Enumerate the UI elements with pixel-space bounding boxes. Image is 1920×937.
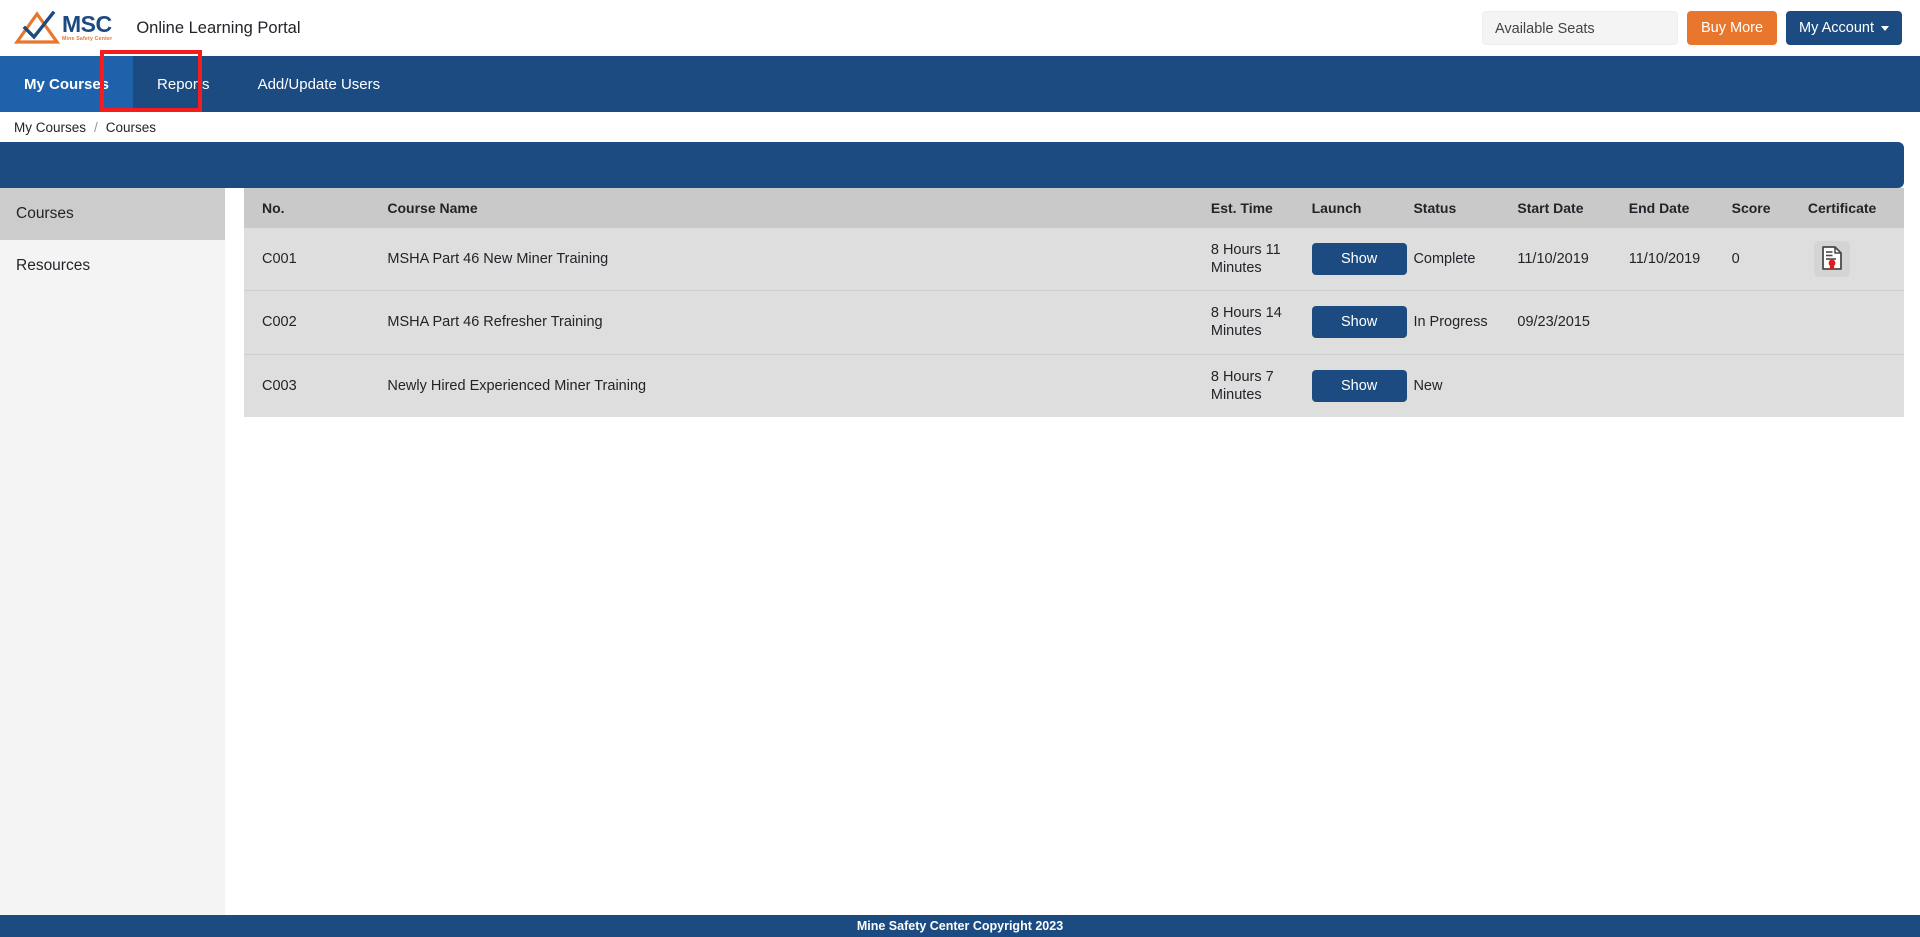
cell-start-date: 09/23/2015 xyxy=(1509,290,1621,354)
cell-launch: Show xyxy=(1303,228,1407,291)
cell-end-date xyxy=(1620,353,1724,417)
cell-no: C003 xyxy=(244,353,374,417)
nav-item-add-update-users[interactable]: Add/Update Users xyxy=(234,56,405,112)
logo-wordmark: MSC xyxy=(62,11,112,38)
cell-certificate xyxy=(1797,228,1904,291)
main-nav: My Courses Reports Add/Update Users xyxy=(0,50,1920,112)
cell-est-time: 8 Hours 11 Minutes xyxy=(1202,228,1304,291)
available-seats-field[interactable]: Available Seats xyxy=(1481,11,1678,45)
table-header-row: No. Course Name Est. Time Launch Status … xyxy=(244,188,1904,228)
launch-show-button[interactable]: Show xyxy=(1311,369,1407,402)
breadcrumb-parent[interactable]: My Courses xyxy=(14,120,86,135)
column-header-launch: Launch xyxy=(1303,188,1406,228)
column-header-est-time: Est. Time xyxy=(1202,188,1304,228)
launch-show-button[interactable]: Show xyxy=(1311,243,1407,276)
cell-no: C002 xyxy=(244,290,374,354)
cell-course-name: MSHA Part 46 New Miner Training xyxy=(373,228,1203,291)
certificate-document-icon xyxy=(1821,245,1843,273)
cell-launch: Show xyxy=(1303,290,1407,354)
courses-table-head: No. Course Name Est. Time Launch Status … xyxy=(244,188,1904,228)
my-account-dropdown-button[interactable]: My Account xyxy=(1786,11,1902,45)
nav-item-reports[interactable]: Reports xyxy=(133,56,234,112)
column-header-certificate: Certificate xyxy=(1797,188,1904,228)
cell-status: New xyxy=(1405,353,1510,417)
sidebar-item-resources[interactable]: Resources xyxy=(0,240,225,292)
sidebar-item-courses[interactable]: Courses xyxy=(0,188,225,240)
courses-table-body: C001 MSHA Part 46 New Miner Training 8 H… xyxy=(244,228,1904,417)
cell-status: Complete xyxy=(1405,228,1510,291)
table-row: C002 MSHA Part 46 Refresher Training 8 H… xyxy=(244,290,1904,354)
courses-table: No. Course Name Est. Time Launch Status … xyxy=(244,188,1904,417)
page-body: Courses Resources No. Course Name Est. T… xyxy=(0,188,1920,923)
cell-course-name: Newly Hired Experienced Miner Training xyxy=(373,353,1203,417)
cell-end-date: 11/10/2019 xyxy=(1620,228,1724,291)
nav-item-my-courses[interactable]: My Courses xyxy=(0,56,134,112)
sidebar-item-resources-label: Resources xyxy=(16,257,91,274)
top-bar: MSC Mine Safety Center Online Learning P… xyxy=(0,0,1920,56)
cell-est-time: 8 Hours 7 Minutes xyxy=(1202,353,1304,417)
top-bar-actions: Available Seats Buy More My Account xyxy=(1481,11,1902,45)
cell-course-name: MSHA Part 46 Refresher Training xyxy=(373,290,1203,354)
page-banner xyxy=(0,142,1904,188)
sidebar-item-courses-label: Courses xyxy=(16,205,74,222)
table-row: C001 MSHA Part 46 New Miner Training 8 H… xyxy=(244,228,1904,291)
breadcrumb: My Courses / Courses xyxy=(0,112,1920,142)
table-row: C003 Newly Hired Experienced Miner Train… xyxy=(244,353,1904,417)
brand-logo[interactable]: MSC Mine Safety Center xyxy=(13,10,113,45)
column-header-status: Status xyxy=(1405,188,1510,228)
breadcrumb-current: Courses xyxy=(105,119,157,135)
cell-certificate xyxy=(1797,353,1904,417)
column-header-score: Score xyxy=(1723,188,1798,228)
cell-score xyxy=(1723,353,1798,417)
msc-triangle-check-icon xyxy=(13,10,61,45)
footer: Mine Safety Center Copyright 2023 xyxy=(0,915,1920,937)
cell-status: In Progress xyxy=(1405,290,1510,354)
nav-item-add-update-users-label: Add/Update Users xyxy=(257,75,381,93)
cell-start-date xyxy=(1509,353,1621,417)
my-account-label: My Account xyxy=(1799,20,1874,36)
nav-item-my-courses-label: My Courses xyxy=(24,75,110,93)
nav-item-reports-label: Reports xyxy=(157,75,210,93)
cell-certificate xyxy=(1797,290,1904,354)
breadcrumb-separator: / xyxy=(94,119,98,135)
column-header-course-name: Course Name xyxy=(373,188,1203,228)
certificate-download-button[interactable] xyxy=(1813,241,1850,278)
cell-launch: Show xyxy=(1303,353,1407,417)
column-header-end-date: End Date xyxy=(1620,188,1724,228)
cell-score: 0 xyxy=(1723,228,1798,291)
column-header-start-date: Start Date xyxy=(1509,188,1621,228)
logo-tagline: Mine Safety Center xyxy=(62,36,113,43)
main-content: No. Course Name Est. Time Launch Status … xyxy=(225,188,1920,417)
cell-est-time: 8 Hours 14 Minutes xyxy=(1202,290,1304,354)
cell-score xyxy=(1723,290,1798,354)
column-header-no: No. xyxy=(244,188,374,228)
cell-no: C001 xyxy=(244,228,374,291)
app-title: Online Learning Portal xyxy=(136,18,301,37)
chevron-down-icon xyxy=(1881,25,1889,31)
launch-show-button[interactable]: Show xyxy=(1311,306,1407,339)
cell-end-date xyxy=(1620,290,1724,354)
cell-start-date: 11/10/2019 xyxy=(1509,228,1621,291)
buy-more-button[interactable]: Buy More xyxy=(1686,11,1778,45)
sidebar: Courses Resources xyxy=(0,188,225,923)
footer-copyright-text: Mine Safety Center Copyright 2023 xyxy=(856,919,1064,933)
